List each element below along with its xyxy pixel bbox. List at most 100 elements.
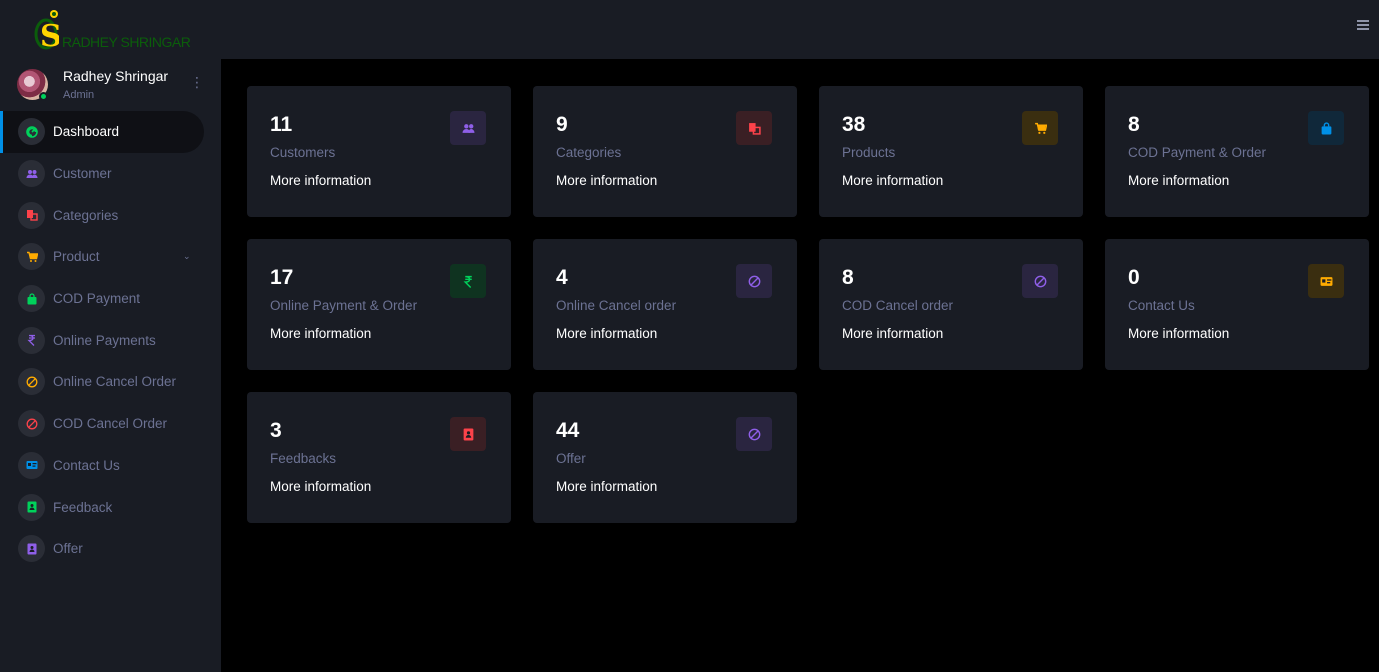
sidebar-item-label: Customer [53, 166, 112, 182]
stat-card-products: 38 Products More information [819, 86, 1083, 217]
stat-icon-box [450, 264, 486, 298]
rupee-icon [26, 335, 35, 347]
sidebar-item-dashboard[interactable]: Dashboard [0, 111, 204, 153]
sidebar-item-label: Online Cancel Order [53, 374, 177, 390]
more-information-link[interactable]: More information [556, 479, 657, 494]
stat-label: COD Payment & Order [1128, 145, 1267, 160]
cancel-icon [1034, 275, 1046, 287]
stat-card-contact-us: 0 Contact Us More information [1105, 239, 1369, 370]
profile: Radhey Shringar Admin ⋮ [0, 62, 221, 106]
stat-label: Online Payment & Order [270, 298, 418, 313]
more-information-link[interactable]: More information [556, 173, 657, 188]
sidebar-item-label: Offer [53, 541, 83, 557]
stat-icon-box [450, 111, 486, 145]
stat-count: 8 [1128, 113, 1140, 136]
categories-icon-wrap [18, 201, 45, 229]
sidebar-item-cod-cancel-order[interactable]: COD Cancel Order [0, 403, 221, 445]
sidebar-item-categories[interactable]: Categories [0, 194, 221, 236]
more-information-link[interactable]: More information [842, 326, 943, 341]
stat-icon-box [1022, 111, 1058, 145]
more-information-link[interactable]: More information [1128, 326, 1229, 341]
profile-role: Admin [63, 89, 95, 101]
sidebar-item-label: Dashboard [53, 124, 120, 140]
sidebar-item-label: Feedback [53, 499, 113, 515]
sidebar-item-feedback[interactable]: Feedback [0, 486, 221, 528]
stat-count: 38 [842, 113, 866, 136]
stat-icon-box [450, 417, 486, 451]
users-icon [26, 169, 37, 178]
more-information-link[interactable]: More information [556, 326, 657, 341]
speedometer-icon [25, 126, 38, 138]
more-information-link[interactable]: More information [1128, 173, 1229, 188]
stat-icon-box [736, 111, 772, 145]
sidebar-item-label: Product [53, 249, 100, 265]
feedback-icon [463, 428, 473, 440]
stat-card-cod-payment-order: 8 COD Payment & Order More information [1105, 86, 1369, 217]
stat-icon-box [1308, 111, 1344, 145]
stat-label: Products [842, 145, 896, 160]
stat-label: Contact Us [1128, 298, 1195, 313]
cancel-icon [748, 275, 760, 287]
svg-text:S: S [40, 19, 59, 52]
stat-count: 3 [270, 419, 282, 442]
logo-mark-icon: S [34, 10, 59, 52]
top-navbar [221, 0, 1379, 59]
cancel-icon [26, 376, 37, 388]
users-icon-wrap [18, 160, 45, 188]
more-information-link[interactable]: More information [270, 479, 371, 494]
cart-icon [1034, 122, 1047, 134]
brand-logo[interactable]: S RADHEY SHRINGAR [0, 0, 221, 59]
cancel-icon-wrap [18, 410, 45, 438]
sidebar-item-online-cancel-order[interactable]: Online Cancel Order [0, 361, 221, 403]
cart-icon-wrap [18, 243, 45, 271]
offer-icon [27, 543, 36, 555]
more-information-link[interactable]: More information [270, 326, 371, 341]
online-status-dot [39, 92, 48, 101]
speedometer-icon-wrap [18, 118, 45, 146]
stat-card-categories: 9 Categories More information [533, 86, 797, 217]
stat-label: Categories [556, 145, 622, 160]
categories-icon [26, 210, 38, 221]
sidebar-item-contact-us[interactable]: Contact Us [0, 445, 221, 487]
sidebar-item-product[interactable]: Product ⌄ [0, 236, 221, 278]
stat-label: Feedbacks [270, 451, 337, 466]
rupee-icon [463, 275, 472, 288]
stat-icon-box [736, 417, 772, 451]
sidebar-item-cod-payment[interactable]: COD Payment [0, 278, 221, 320]
sidebar-item-customer[interactable]: Customer [0, 153, 221, 195]
users-icon [462, 123, 474, 133]
stat-card-cod-cancel-order: 8 COD Cancel order More information [819, 239, 1083, 370]
bag-icon-wrap [18, 285, 45, 313]
sidebar-item-offer[interactable]: Offer [0, 528, 221, 570]
contact-card-icon [1320, 276, 1332, 286]
sidebar-item-label: Contact Us [53, 457, 120, 473]
stat-card-customers: 11 Customers More information [247, 86, 511, 217]
stat-card-feedbacks: 3 Feedbacks More information [247, 392, 511, 523]
sidebar: S RADHEY SHRINGAR Radhey Shringar Admin … [0, 0, 221, 672]
more-vertical-icon[interactable]: ⋮ [190, 75, 204, 91]
sidebar-item-online-payments[interactable]: Online Payments [0, 319, 221, 361]
more-information-link[interactable]: More information [270, 173, 371, 188]
feedback-icon [27, 501, 36, 513]
profile-name: Radhey Shringar [63, 68, 169, 84]
stat-count: 11 [270, 113, 293, 136]
stat-count: 9 [556, 113, 568, 136]
sidebar-item-label: COD Cancel Order [53, 416, 168, 432]
stat-count: 4 [556, 266, 568, 289]
cancel-icon [748, 428, 760, 440]
stat-icon-box [1022, 264, 1058, 298]
stat-card-online-payment-order: 17 Online Payment & Order More information [247, 239, 511, 370]
menu-toggle-icon[interactable] [1357, 20, 1369, 30]
stat-label: Offer [556, 451, 586, 466]
sidebar-nav: Dashboard Customer Categories Product ⌄ COD P… [0, 111, 221, 570]
more-information-link[interactable]: More information [842, 173, 943, 188]
rupee-icon-wrap [18, 326, 45, 354]
sidebar-item-label: Categories [53, 207, 119, 223]
cancel-icon [26, 418, 37, 430]
bag-icon [1321, 121, 1331, 134]
stat-count: 17 [270, 266, 294, 289]
cancel-icon-wrap [18, 368, 45, 396]
stat-count: 0 [1128, 266, 1140, 289]
stat-count: 44 [556, 419, 580, 442]
sidebar-item-label: Online Payments [53, 332, 156, 348]
